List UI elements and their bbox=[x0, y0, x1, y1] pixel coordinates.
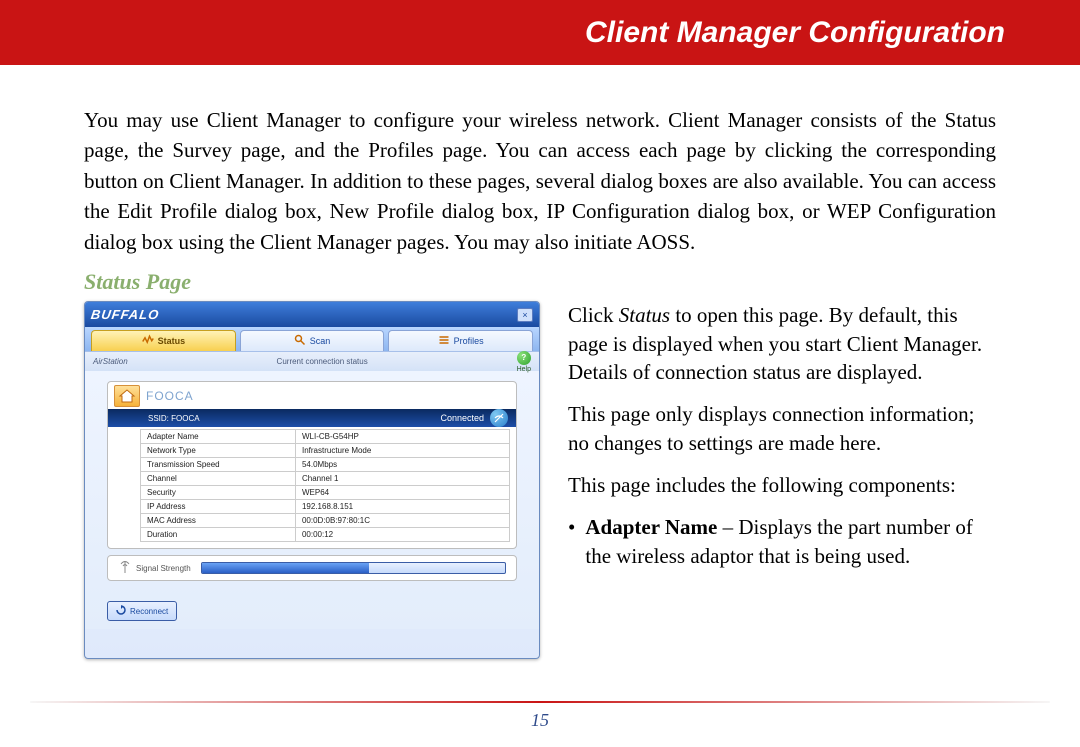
table-row: SecurityWEP64 bbox=[141, 486, 510, 500]
help-icon: ? bbox=[517, 351, 531, 365]
page-number: 15 bbox=[0, 710, 1080, 731]
ssid-row: SSID: FOOCA Connected bbox=[108, 409, 516, 427]
table-row: Adapter NameWLI-CB-G54HP bbox=[141, 430, 510, 444]
intro-paragraph: You may use Client Manager to configure … bbox=[84, 105, 996, 257]
reconnect-button[interactable]: Reconnect bbox=[107, 601, 177, 621]
footer-divider bbox=[30, 701, 1050, 703]
description-column: Click Status to open this page. By defau… bbox=[568, 301, 996, 659]
panel-title: FOOCA bbox=[146, 389, 194, 403]
tab-profiles-label: Profiles bbox=[454, 336, 484, 346]
connection-panel: FOOCA SSID: FOOCA Connected bbox=[107, 381, 517, 549]
embedded-screenshot: BUFFALO × Status Scan bbox=[84, 301, 544, 659]
paragraph-1: Click Status to open this page. By defau… bbox=[568, 301, 996, 386]
connection-status: Connected bbox=[440, 413, 484, 423]
client-manager-window: BUFFALO × Status Scan bbox=[84, 301, 540, 659]
page-title: Client Manager Configuration bbox=[585, 16, 1005, 50]
table-row: MAC Address00:0D:0B:97:80:1C bbox=[141, 514, 510, 528]
help-button[interactable]: ? Help bbox=[517, 351, 531, 373]
waveform-icon bbox=[142, 334, 154, 348]
header-bar: Client Manager Configuration bbox=[0, 0, 1080, 65]
table-row: Duration00:00:12 bbox=[141, 528, 510, 542]
signal-label: Signal Strength bbox=[136, 564, 191, 573]
table-row: IP Address192.168.8.151 bbox=[141, 500, 510, 514]
home-icon bbox=[114, 385, 140, 407]
bullet-dot: • bbox=[568, 513, 575, 570]
close-icon[interactable]: × bbox=[517, 308, 533, 322]
paragraph-2: This page only displays connection infor… bbox=[568, 400, 996, 457]
section-title: Status Page bbox=[84, 269, 996, 295]
bullet-item: • Adapter Name – Displays the part numbe… bbox=[568, 513, 996, 570]
bullet-label: Adapter Name bbox=[585, 515, 717, 539]
signal-bar bbox=[201, 562, 506, 574]
paragraph-3: This page includes the following compone… bbox=[568, 471, 996, 499]
help-label: Help bbox=[517, 366, 531, 373]
table-row: Transmission Speed54.0Mbps bbox=[141, 458, 510, 472]
subbar-left: AirStation bbox=[93, 357, 128, 366]
tab-status[interactable]: Status bbox=[91, 330, 236, 351]
table-row: Network TypeInfrastructure Mode bbox=[141, 444, 510, 458]
antenna-icon bbox=[118, 560, 132, 576]
details-table: Adapter NameWLI-CB-G54HP Network TypeInf… bbox=[140, 429, 510, 542]
search-icon bbox=[294, 334, 306, 348]
tab-scan-label: Scan bbox=[310, 336, 331, 346]
tab-status-label: Status bbox=[158, 336, 186, 346]
sub-bar: AirStation Current connection status ? H… bbox=[85, 351, 539, 371]
tab-profiles[interactable]: Profiles bbox=[388, 330, 533, 351]
ssid-label: SSID: FOOCA bbox=[148, 414, 200, 423]
list-icon bbox=[438, 334, 450, 348]
brand-logo: BUFFALO bbox=[90, 307, 160, 322]
tab-bar: Status Scan Profiles bbox=[85, 327, 539, 351]
signal-icon bbox=[490, 409, 508, 427]
subbar-center: Current connection status bbox=[128, 357, 517, 366]
signal-panel: Signal Strength bbox=[107, 555, 517, 581]
window-titlebar: BUFFALO × bbox=[85, 302, 539, 327]
reconnect-icon bbox=[116, 605, 126, 617]
table-row: ChannelChannel 1 bbox=[141, 472, 510, 486]
tab-scan[interactable]: Scan bbox=[240, 330, 385, 351]
reconnect-label: Reconnect bbox=[130, 607, 168, 616]
